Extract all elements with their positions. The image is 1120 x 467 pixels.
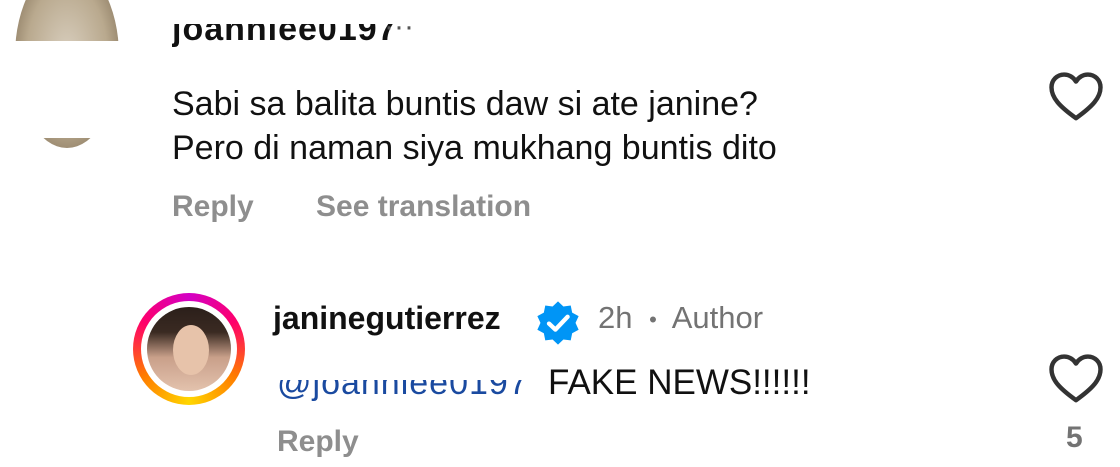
- verified-badge-icon: [537, 301, 579, 345]
- more-options-icon[interactable]: ···: [384, 24, 414, 48]
- comment-line-1: Sabi sa balita buntis daw si ate janine?: [172, 85, 758, 123]
- author-avatar[interactable]: [133, 293, 245, 405]
- author-username[interactable]: janinegutierrez: [273, 298, 501, 338]
- reply-text: FAKE NEWS!!!!!!: [548, 363, 811, 402]
- author-label: Author: [671, 300, 764, 335]
- timestamp[interactable]: 2h: [598, 300, 632, 335]
- reply-button[interactable]: Reply: [172, 189, 254, 225]
- comment-text: Sabi sa balita buntis daw si ate janine?…: [172, 82, 992, 170]
- author-avatar-photo: [147, 307, 231, 391]
- like-count[interactable]: 5: [1066, 420, 1083, 456]
- meta-separator: •: [649, 306, 657, 332]
- avatar-face: [173, 325, 209, 375]
- see-translation-button[interactable]: See translation: [316, 189, 531, 225]
- reply-button[interactable]: Reply: [277, 424, 359, 460]
- commenter-username[interactable]: joanniee0197: [172, 24, 398, 48]
- heart-outline-icon[interactable]: [1048, 70, 1104, 122]
- comment-line-2: Pero di naman siya mukhang buntis dito: [172, 129, 777, 167]
- heart-outline-icon[interactable]: [1048, 352, 1104, 404]
- avatar-crop-mask: [0, 41, 130, 138]
- reply-meta: 2h • Author: [598, 298, 763, 340]
- mention-link[interactable]: @joanniee0197: [277, 380, 529, 402]
